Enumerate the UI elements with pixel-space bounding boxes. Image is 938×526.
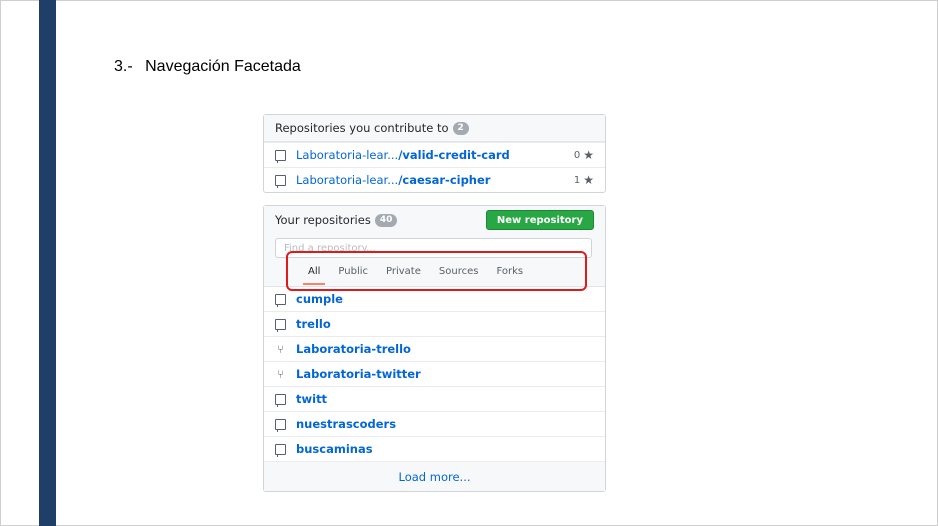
repo-owner: Laboratoria-lear... <box>296 173 399 187</box>
repo-name: /caesar-cipher <box>398 173 491 187</box>
section-title: Navegación Facetada <box>145 58 301 75</box>
repo-row[interactable]: buscaminas <box>264 436 605 461</box>
section-heading: 3.- Navegación Facetada <box>114 58 301 76</box>
contribute-title: Repositories you contribute to <box>275 121 449 135</box>
star-icon: ★ <box>583 148 594 162</box>
repo-row[interactable]: nuestrascoders <box>264 411 605 436</box>
new-repository-button[interactable]: New repository <box>485 210 594 230</box>
star-count-value: 0 <box>573 149 581 161</box>
repo-link[interactable]: cumple <box>296 292 343 306</box>
repo-link[interactable]: Laboratoria-lear.../caesar-cipher <box>296 173 490 187</box>
star-count: 1 ★ <box>574 173 594 187</box>
repo-link[interactable]: trello <box>296 317 331 331</box>
repo-icon <box>275 318 286 332</box>
section-number: 3.- <box>114 58 133 75</box>
document-side-bar <box>39 0 56 526</box>
repo-icon <box>275 293 286 307</box>
your-repositories-panel: Your repositories 40 New repository All … <box>263 205 606 492</box>
repo-row[interactable]: twitt <box>264 386 605 411</box>
repo-icon <box>275 174 286 188</box>
faceted-navigation-highlight <box>286 251 587 291</box>
your-repositories-count: 40 <box>374 213 398 227</box>
contribute-repo-row[interactable]: Laboratoria-lear.../caesar-cipher 1 ★ <box>264 167 605 192</box>
fork-icon: ⑂ <box>277 367 284 381</box>
repo-row[interactable]: ⑂ Laboratoria-twitter <box>264 361 605 386</box>
repo-link[interactable]: Laboratoria-twitter <box>296 367 421 381</box>
star-count: 0 ★ <box>574 148 594 162</box>
repo-row[interactable]: ⑂ Laboratoria-trello <box>264 336 605 361</box>
contribute-panel: Repositories you contribute to 2 Laborat… <box>263 114 606 193</box>
contribute-count: 2 <box>452 121 469 135</box>
repo-icon <box>275 393 286 407</box>
star-icon: ★ <box>583 173 594 187</box>
your-repositories-header: Your repositories 40 New repository <box>264 206 605 234</box>
repo-link[interactable]: Laboratoria-lear.../valid-credit-card <box>296 148 510 162</box>
your-repositories-title: Your repositories <box>275 213 371 227</box>
contribute-header: Repositories you contribute to 2 <box>264 115 605 142</box>
contribute-repo-row[interactable]: Laboratoria-lear.../valid-credit-card 0 ★ <box>264 142 605 167</box>
repo-row[interactable]: trello <box>264 311 605 336</box>
star-count-value: 1 <box>573 174 581 186</box>
repo-name: /valid-credit-card <box>398 148 510 162</box>
repo-icon <box>275 443 286 457</box>
repo-icon <box>275 418 286 432</box>
repo-link[interactable]: twitt <box>296 392 327 406</box>
repo-link[interactable]: buscaminas <box>296 442 373 456</box>
load-more-link[interactable]: Load more... <box>264 461 605 491</box>
fork-icon: ⑂ <box>277 342 284 356</box>
repo-owner: Laboratoria-lear... <box>296 148 399 162</box>
repo-icon <box>275 149 286 163</box>
repo-link[interactable]: nuestrascoders <box>296 417 396 431</box>
repo-link[interactable]: Laboratoria-trello <box>296 342 411 356</box>
